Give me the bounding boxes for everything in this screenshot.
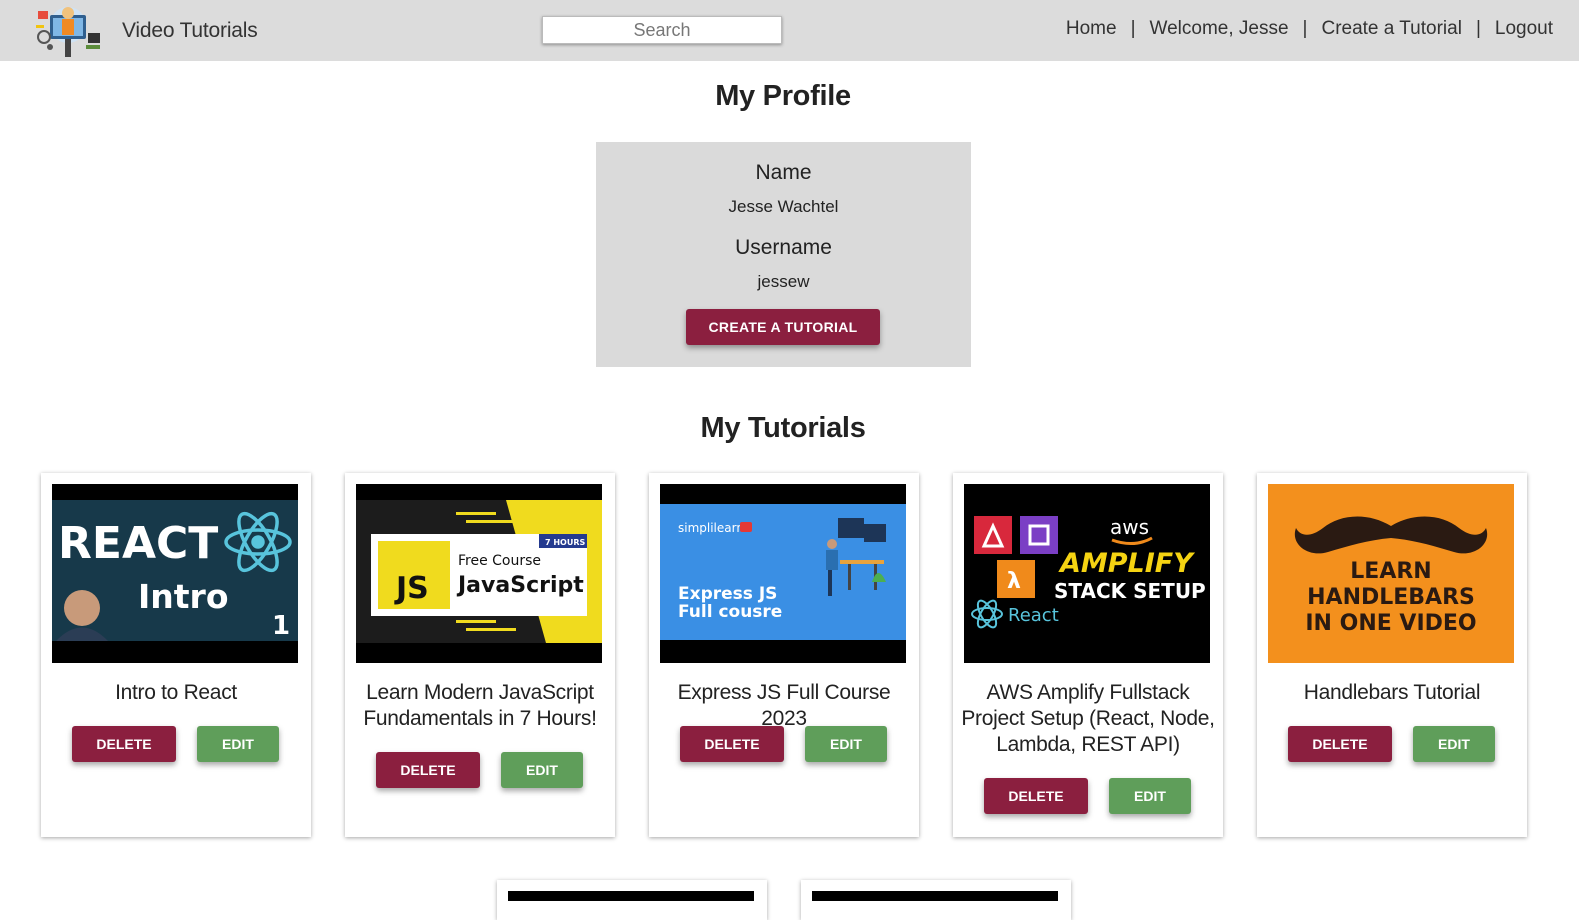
username-label: Username xyxy=(735,236,832,259)
edit-button[interactable]: EDIT xyxy=(805,726,887,762)
handlebars-thumbnail-image: LEARN HANDLEBARS IN ONE VIDEO xyxy=(1268,484,1514,663)
delete-button[interactable]: DELETE xyxy=(984,778,1088,814)
edit-button[interactable]: EDIT xyxy=(197,726,279,762)
thumb-text: JS xyxy=(394,571,429,606)
thumb-text: JavaScript xyxy=(456,573,584,598)
username-value: jessew xyxy=(757,272,810,291)
nav-link-home[interactable]: Home xyxy=(1066,18,1117,40)
react-thumbnail-image: REACT Intro 1 xyxy=(52,484,298,663)
thumb-text: 1 xyxy=(272,611,290,641)
edit-button[interactable]: EDIT xyxy=(1109,778,1191,814)
thumb-text: AMPLIFY xyxy=(1058,548,1195,579)
nav-links: Home | Welcome, Jesse | Create a Tutoria… xyxy=(1066,18,1553,40)
tutorial-card: REACT Intro 1 Intro to React DELETE EDIT xyxy=(41,473,311,837)
tutorial-card: JS 7 HOURS Free Course JavaScript Learn … xyxy=(345,473,615,837)
brand-title: Video Tutorials xyxy=(122,19,258,42)
tutorial-card-partial xyxy=(497,880,767,920)
tutorial-thumbnail[interactable]: REACT Intro 1 xyxy=(52,484,298,663)
thumb-text: Intro xyxy=(138,577,229,616)
navbar: Video Tutorials Home | Welcome, Jesse | … xyxy=(0,0,1579,61)
tutorial-thumbnail[interactable]: simplilearn Express JS Full cousre xyxy=(660,484,906,663)
nav-separator: | xyxy=(1302,18,1308,39)
tutorials-title: My Tutorials xyxy=(700,412,866,444)
delete-button[interactable]: DELETE xyxy=(680,726,784,762)
card-actions: DELETE EDIT xyxy=(953,778,1223,814)
search-input[interactable] xyxy=(542,16,782,44)
thumb-text: Express JS xyxy=(678,584,777,604)
tutorial-title: Express JS Full Course 2023 xyxy=(677,681,891,730)
thumb-text: HANDLEBARS xyxy=(1307,585,1475,610)
tutorial-card-partial xyxy=(801,880,1071,920)
tutorial-title: AWS Amplify Fullstack Project Setup (Rea… xyxy=(961,681,1215,756)
thumb-text: React xyxy=(1008,605,1059,626)
tutorial-title: Handlebars Tutorial xyxy=(1303,681,1481,704)
tutorial-title: Learn Modern JavaScript Fundamentals in … xyxy=(363,681,597,730)
nav-separator: | xyxy=(1130,18,1136,39)
thumb-text: 7 HOURS xyxy=(545,538,586,547)
card-actions: DELETE EDIT xyxy=(41,726,311,762)
tutorial-thumbnail[interactable]: JS 7 HOURS Free Course JavaScript xyxy=(356,484,602,663)
nav-link-welcome[interactable]: Welcome, Jesse xyxy=(1150,18,1289,40)
brand[interactable]: Video Tutorials xyxy=(32,3,258,59)
express-thumbnail-image: simplilearn Express JS Full cousre xyxy=(660,484,906,663)
create-tutorial-button[interactable]: CREATE A TUTORIAL xyxy=(686,309,880,345)
tutorial-card: simplilearn Express JS Full cousre Expre… xyxy=(649,473,919,837)
name-value: Jesse Wachtel xyxy=(728,197,839,216)
thumb-text: simplilearn xyxy=(678,521,744,535)
video-tutorials-logo-icon xyxy=(36,7,100,57)
javascript-thumbnail-image: JS 7 HOURS Free Course JavaScript xyxy=(356,484,602,663)
thumb-text: REACT xyxy=(58,518,218,569)
nav-link-create-tutorial[interactable]: Create a Tutorial xyxy=(1321,18,1461,40)
thumb-text: aws xyxy=(1110,515,1149,539)
nav-link-logout[interactable]: Logout xyxy=(1495,18,1553,40)
thumb-text: LEARN xyxy=(1350,559,1431,584)
card-actions: DELETE EDIT xyxy=(345,752,615,788)
delete-button[interactable]: DELETE xyxy=(1288,726,1392,762)
delete-button[interactable]: DELETE xyxy=(72,726,176,762)
edit-button[interactable]: EDIT xyxy=(1413,726,1495,762)
name-label: Name xyxy=(755,161,812,184)
tutorial-title: Intro to React xyxy=(115,681,237,704)
thumb-text: Free Course xyxy=(458,553,541,569)
profile-card: Name Jesse Wachtel Username jessew CREAT… xyxy=(596,142,971,367)
nav-separator: | xyxy=(1475,18,1481,39)
thumb-text: STACK SETUP xyxy=(1054,579,1206,603)
tutorial-thumbnail[interactable]: λ aws AMPLIFY STACK SETUP React xyxy=(964,484,1210,663)
tutorial-thumbnail[interactable]: LEARN HANDLEBARS IN ONE VIDEO xyxy=(1268,484,1514,663)
thumb-text: IN ONE VIDEO xyxy=(1305,611,1476,636)
edit-button[interactable]: EDIT xyxy=(501,752,583,788)
svg-text:λ: λ xyxy=(1007,569,1021,594)
card-actions: DELETE EDIT xyxy=(1257,726,1527,762)
thumb-text: Full cousre xyxy=(678,602,782,622)
tutorial-card: λ aws AMPLIFY STACK SETUP React AWS Ampl… xyxy=(953,473,1223,837)
aws-amplify-thumbnail-image: λ aws AMPLIFY STACK SETUP React xyxy=(964,484,1210,663)
card-actions: DELETE EDIT xyxy=(649,726,919,762)
profile-title: My Profile xyxy=(715,80,851,112)
delete-button[interactable]: DELETE xyxy=(376,752,480,788)
tutorial-card: LEARN HANDLEBARS IN ONE VIDEO Handlebars… xyxy=(1257,473,1527,837)
